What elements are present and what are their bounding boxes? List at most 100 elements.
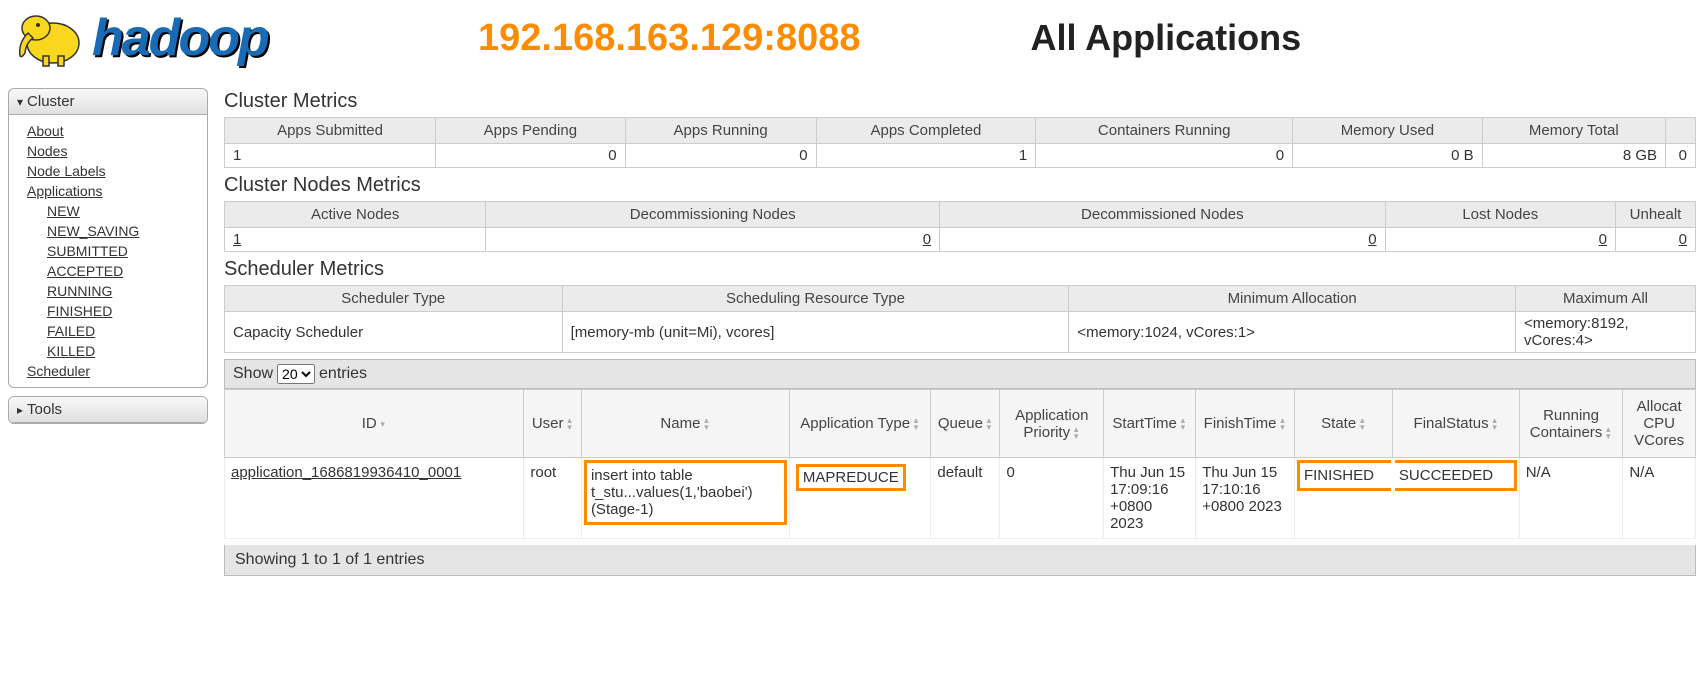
col-decommissioning: Decommissioning Nodes (486, 202, 940, 228)
cell-user: root (524, 458, 582, 539)
sidebar-tools-label: Tools (27, 401, 62, 418)
cluster-nodes-heading: Cluster Nodes Metrics (224, 174, 1696, 197)
cell-state: FINISHED (1294, 458, 1392, 539)
sort-icon: ▴▾ (912, 417, 920, 431)
col-cpu[interactable]: Allocat CPU VCores (1623, 390, 1696, 458)
sidebar-link-applications[interactable]: Applications (27, 181, 207, 201)
applications-table: ID▾ User▴▾ Name▴▾ Application Type▴▾ Que… (224, 389, 1696, 539)
sort-icon: ▴▾ (1358, 417, 1366, 431)
col-app-type[interactable]: Application Type▴▾ (789, 390, 930, 458)
cell-running-containers: N/A (1519, 458, 1623, 539)
col-state[interactable]: State▴▾ (1294, 390, 1392, 458)
cell-scheduler-type: Capacity Scheduler (225, 312, 563, 353)
sidebar-link-new[interactable]: NEW (47, 201, 207, 221)
hadoop-elephant-icon (8, 8, 88, 68)
sidebar-link-submitted[interactable]: SUBMITTED (47, 241, 207, 261)
col-memory-total: Memory Total (1482, 118, 1665, 144)
sidebar-link-finished[interactable]: FINISHED (47, 301, 207, 321)
page-title: All Applications (1030, 17, 1301, 59)
scheduler-metrics-heading: Scheduler Metrics (224, 258, 1696, 281)
sort-icon: ▴▾ (985, 417, 993, 431)
col-id[interactable]: ID▾ (225, 390, 524, 458)
cell-active-nodes: 1 (225, 228, 486, 252)
col-queue[interactable]: Queue▴▾ (931, 390, 1000, 458)
col-start[interactable]: StartTime▴▾ (1104, 390, 1196, 458)
show-label: Show (233, 365, 273, 383)
sidebar-tools-header[interactable]: Tools (9, 397, 207, 423)
header: hadoop 192.168.163.129:8088 All Applicat… (8, 8, 1696, 68)
sort-icon: ▴▾ (1604, 426, 1612, 440)
cell-extra: 0 (1666, 144, 1696, 168)
col-memory-used: Memory Used (1293, 118, 1483, 144)
col-apps-submitted: Apps Submitted (225, 118, 436, 144)
col-name[interactable]: Name▴▾ (581, 390, 789, 458)
entries-select[interactable]: 20 (277, 364, 315, 384)
server-address: 192.168.163.129:8088 (478, 17, 860, 60)
col-finish[interactable]: FinishTime▴▾ (1196, 390, 1295, 458)
col-final-status[interactable]: FinalStatus▴▾ (1393, 390, 1519, 458)
cell-memory-total: 8 GB (1482, 144, 1665, 168)
sidebar-tools-panel: Tools (8, 396, 208, 424)
table-row: 1 0 0 0 0 (225, 228, 1696, 252)
cell-resource-type: [memory-mb (unit=Mi), vcores] (562, 312, 1069, 353)
sort-icon: ▴▾ (1278, 417, 1286, 431)
table-row: application_1686819936410_0001 root inse… (225, 458, 1696, 539)
col-user[interactable]: User▴▾ (524, 390, 582, 458)
sidebar-link-accepted[interactable]: ACCEPTED (47, 261, 207, 281)
sort-icon: ▴▾ (565, 417, 573, 431)
cluster-metrics-heading: Cluster Metrics (224, 90, 1696, 113)
col-lost-nodes: Lost Nodes (1385, 202, 1615, 228)
col-apps-running: Apps Running (625, 118, 816, 144)
cluster-nodes-table: Active Nodes Decommissioning Nodes Decom… (224, 201, 1696, 252)
cell-name: insert into table t_stu...values(1,'baob… (581, 458, 789, 539)
cell-start: Thu Jun 15 17:09:16 +0800 2023 (1104, 458, 1196, 539)
sidebar-link-failed[interactable]: FAILED (47, 321, 207, 341)
cell-lost-nodes: 0 (1385, 228, 1615, 252)
sidebar-link-new-saving[interactable]: NEW_SAVING (47, 221, 207, 241)
entries-label: entries (319, 365, 367, 383)
sidebar-cluster-label: Cluster (27, 93, 75, 110)
sort-icon: ▴▾ (1179, 417, 1187, 431)
sidebar-link-about[interactable]: About (27, 121, 207, 141)
sidebar: Cluster About Nodes Node Labels Applicat… (8, 88, 208, 432)
col-max-alloc: Maximum All (1516, 286, 1696, 312)
cell-finish: Thu Jun 15 17:10:16 +0800 2023 (1196, 458, 1295, 539)
col-containers-running: Containers Running (1036, 118, 1293, 144)
sidebar-link-nodes[interactable]: Nodes (27, 141, 207, 161)
col-extra (1666, 118, 1696, 144)
cell-final-status: SUCCEEDED (1393, 458, 1519, 539)
logo[interactable]: hadoop (8, 8, 388, 68)
table-info: Showing 1 to 1 of 1 entries (224, 545, 1696, 576)
col-unhealthy: Unhealt (1616, 202, 1696, 228)
cell-apps-pending: 0 (436, 144, 626, 168)
col-scheduler-type: Scheduler Type (225, 286, 563, 312)
cell-app-type: MAPREDUCE (789, 458, 930, 539)
sidebar-cluster-header[interactable]: Cluster (9, 89, 207, 115)
cell-decommissioned: 0 (940, 228, 1385, 252)
app-id-link[interactable]: application_1686819936410_0001 (231, 464, 461, 481)
sidebar-link-node-labels[interactable]: Node Labels (27, 161, 207, 181)
main-content: Cluster Metrics Apps Submitted Apps Pend… (224, 88, 1696, 576)
cell-min-alloc: <memory:1024, vCores:1> (1069, 312, 1516, 353)
table-row: 1 0 0 1 0 0 B 8 GB 0 (225, 144, 1696, 168)
sidebar-cluster-panel: Cluster About Nodes Node Labels Applicat… (8, 88, 208, 388)
cell-decommissioning: 0 (486, 228, 940, 252)
sidebar-link-running[interactable]: RUNNING (47, 281, 207, 301)
cluster-metrics-table: Apps Submitted Apps Pending Apps Running… (224, 117, 1696, 168)
table-length-control: Show 20 entries (224, 359, 1696, 389)
cell-memory-used: 0 B (1293, 144, 1483, 168)
col-min-alloc: Minimum Allocation (1069, 286, 1516, 312)
col-running-containers[interactable]: Running Containers▴▾ (1519, 390, 1623, 458)
cell-id: application_1686819936410_0001 (225, 458, 524, 539)
col-priority[interactable]: Application Priority▴▾ (1000, 390, 1104, 458)
cell-unhealthy: 0 (1616, 228, 1696, 252)
col-active-nodes: Active Nodes (225, 202, 486, 228)
sort-icon: ▴▾ (702, 417, 710, 431)
cell-apps-running: 0 (625, 144, 816, 168)
sidebar-link-scheduler[interactable]: Scheduler (27, 361, 207, 381)
cell-cpu: N/A (1623, 458, 1696, 539)
table-row: Capacity Scheduler [memory-mb (unit=Mi),… (225, 312, 1696, 353)
sidebar-link-killed[interactable]: KILLED (47, 341, 207, 361)
sort-icon: ▾ (379, 421, 387, 428)
cell-apps-submitted: 1 (225, 144, 436, 168)
